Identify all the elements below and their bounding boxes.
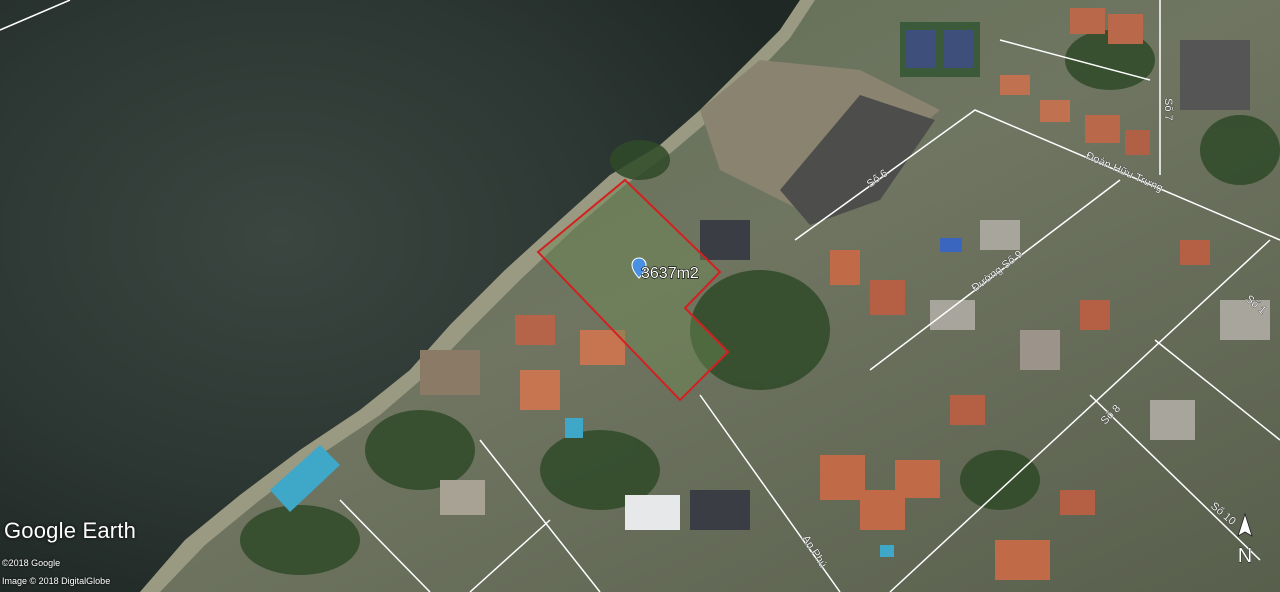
copyright-imagery: Image © 2018 DigitalGlobe	[2, 576, 111, 586]
tennis-court-surface	[906, 30, 936, 68]
area-label: 3637m2	[641, 265, 699, 282]
google-earth-logo: Google Earth	[4, 518, 137, 543]
copyright-google: ©2018 Google	[2, 558, 61, 568]
street-label-so-7: Số 7	[1162, 98, 1174, 121]
tennis-court-surface	[944, 30, 974, 68]
compass-north-icon[interactable]: N	[1228, 510, 1262, 570]
compass-label: N	[1238, 545, 1252, 567]
satellite-map[interactable]: Đoàn Hữu Trưng Số 6 Đường Số 9 Số 8 An P…	[0, 0, 1280, 592]
